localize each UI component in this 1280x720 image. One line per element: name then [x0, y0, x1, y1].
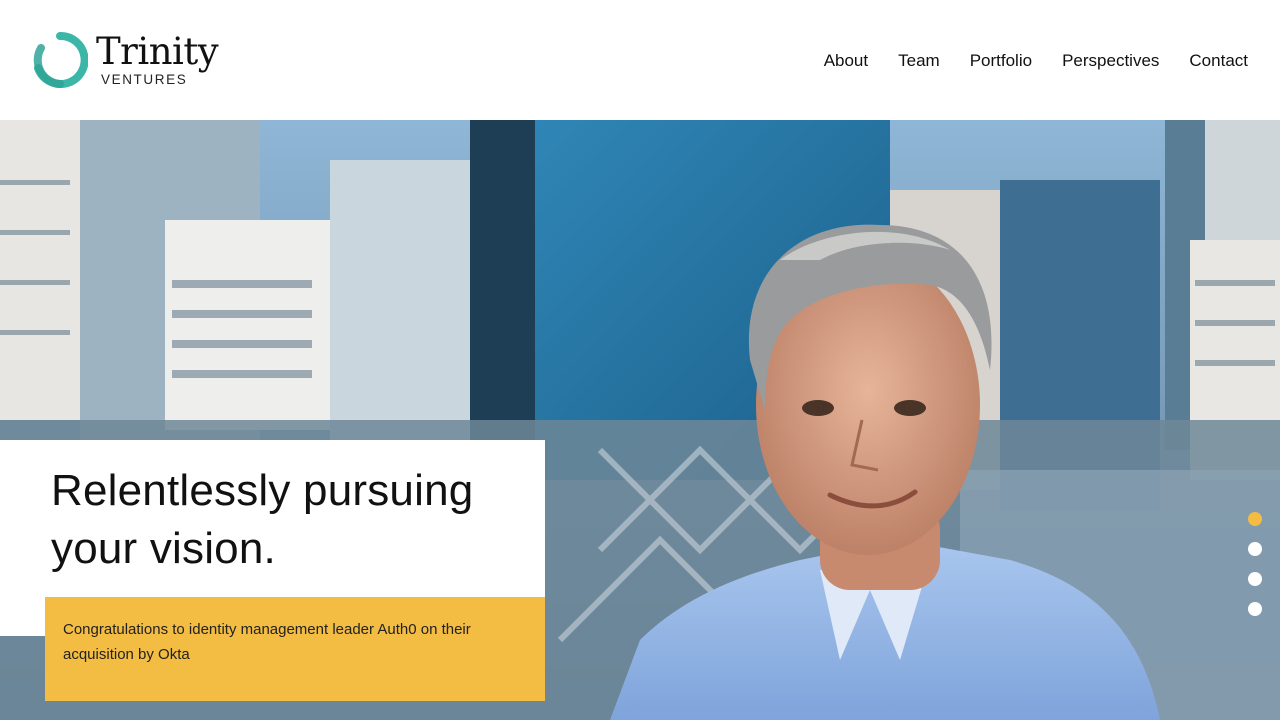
nav-perspectives[interactable]: Perspectives — [1062, 49, 1159, 73]
site-header: Trinity VENTURES About Team Portfolio Pe… — [0, 0, 1280, 120]
hero-section: Relentlessly pursuing your vision. Congr… — [0, 120, 1280, 720]
slide-dot-1[interactable] — [1248, 512, 1262, 526]
main-nav: About Team Portfolio Perspectives Contac… — [824, 49, 1248, 73]
nav-contact[interactable]: Contact — [1189, 49, 1248, 73]
nav-about[interactable]: About — [824, 49, 868, 73]
hero-headline: Relentlessly pursuing your vision. — [51, 466, 474, 573]
trinity-logo[interactable]: Trinity VENTURES — [32, 30, 242, 90]
slide-indicators — [1248, 512, 1262, 632]
nav-portfolio[interactable]: Portfolio — [970, 49, 1032, 73]
slide-dot-4[interactable] — [1248, 602, 1262, 616]
trinity-swirl-logo-icon — [33, 32, 88, 88]
slide-dot-3[interactable] — [1248, 572, 1262, 586]
nav-team[interactable]: Team — [898, 49, 940, 73]
slide-dot-2[interactable] — [1248, 542, 1262, 556]
logo-subtitle: VENTURES — [101, 72, 188, 87]
logo-wordmark: Trinity — [96, 30, 219, 73]
news-banner-text: Congratulations to identity management l… — [63, 621, 471, 663]
news-banner-link[interactable]: Congratulations to identity management l… — [45, 597, 545, 701]
